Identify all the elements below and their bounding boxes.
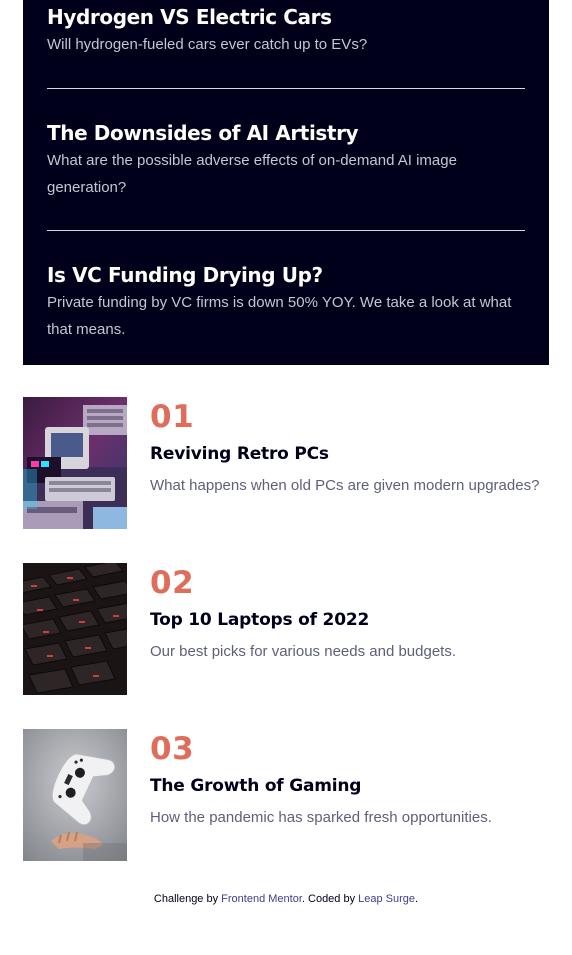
footer-prefix: Challenge by bbox=[153, 893, 222, 905]
article-description: What happens when old PCs are given mode… bbox=[150, 477, 540, 494]
article-number: 03 bbox=[150, 731, 195, 767]
article-title[interactable]: Reviving Retro PCs bbox=[150, 444, 329, 464]
new-item[interactable]: The Downsides of AI Artistry What are th… bbox=[47, 121, 525, 201]
article-card: 01 Reviving Retro PCs What happens when … bbox=[23, 397, 549, 529]
article-title[interactable]: Top 10 Laptops of 2022 bbox=[150, 610, 369, 630]
retro-pcs-image[interactable] bbox=[23, 397, 127, 529]
new-item-title[interactable]: The Downsides of AI Artistry bbox=[47, 121, 525, 145]
article-description: How the pandemic has sparked fresh oppor… bbox=[150, 809, 492, 826]
article-description: Our best picks for various needs and bud… bbox=[150, 643, 457, 660]
new-item-title[interactable]: Hydrogen VS Electric Cars bbox=[47, 5, 525, 29]
divider bbox=[47, 230, 525, 231]
leap-surge-link[interactable]: Leap Surge bbox=[358, 893, 415, 905]
new-item-description: Private funding by VC firms is down 50% … bbox=[47, 294, 512, 338]
article-card: 02 Top 10 Laptops of 2022 Our best picks… bbox=[23, 563, 549, 695]
article-card: 03 The Growth of Gaming How the pandemic… bbox=[23, 729, 549, 861]
new-item[interactable]: Is VC Funding Drying Up? Private funding… bbox=[47, 263, 525, 343]
divider bbox=[47, 88, 525, 89]
article-title[interactable]: The Growth of Gaming bbox=[150, 776, 361, 796]
game-controller-image[interactable] bbox=[23, 729, 127, 861]
article-number: 01 bbox=[150, 399, 195, 435]
footer-suffix: . bbox=[415, 893, 419, 905]
article-number: 02 bbox=[150, 565, 195, 601]
frontend-mentor-link[interactable]: Frontend Mentor bbox=[221, 893, 302, 905]
new-item-description: What are the possible adverse effects of… bbox=[47, 152, 457, 196]
new-item[interactable]: Hydrogen VS Electric Cars Will hydrogen-… bbox=[47, 5, 525, 58]
attribution-footer: Challenge by Frontend Mentor. Coded by L… bbox=[0, 893, 572, 905]
new-articles-panel: Hydrogen VS Electric Cars Will hydrogen-… bbox=[23, 0, 549, 365]
new-item-title[interactable]: Is VC Funding Drying Up? bbox=[47, 263, 525, 287]
laptop-keyboard-image[interactable] bbox=[23, 563, 127, 695]
new-item-description: Will hydrogen-fueled cars ever catch up … bbox=[47, 36, 368, 53]
footer-middle: . Coded by bbox=[301, 893, 359, 905]
